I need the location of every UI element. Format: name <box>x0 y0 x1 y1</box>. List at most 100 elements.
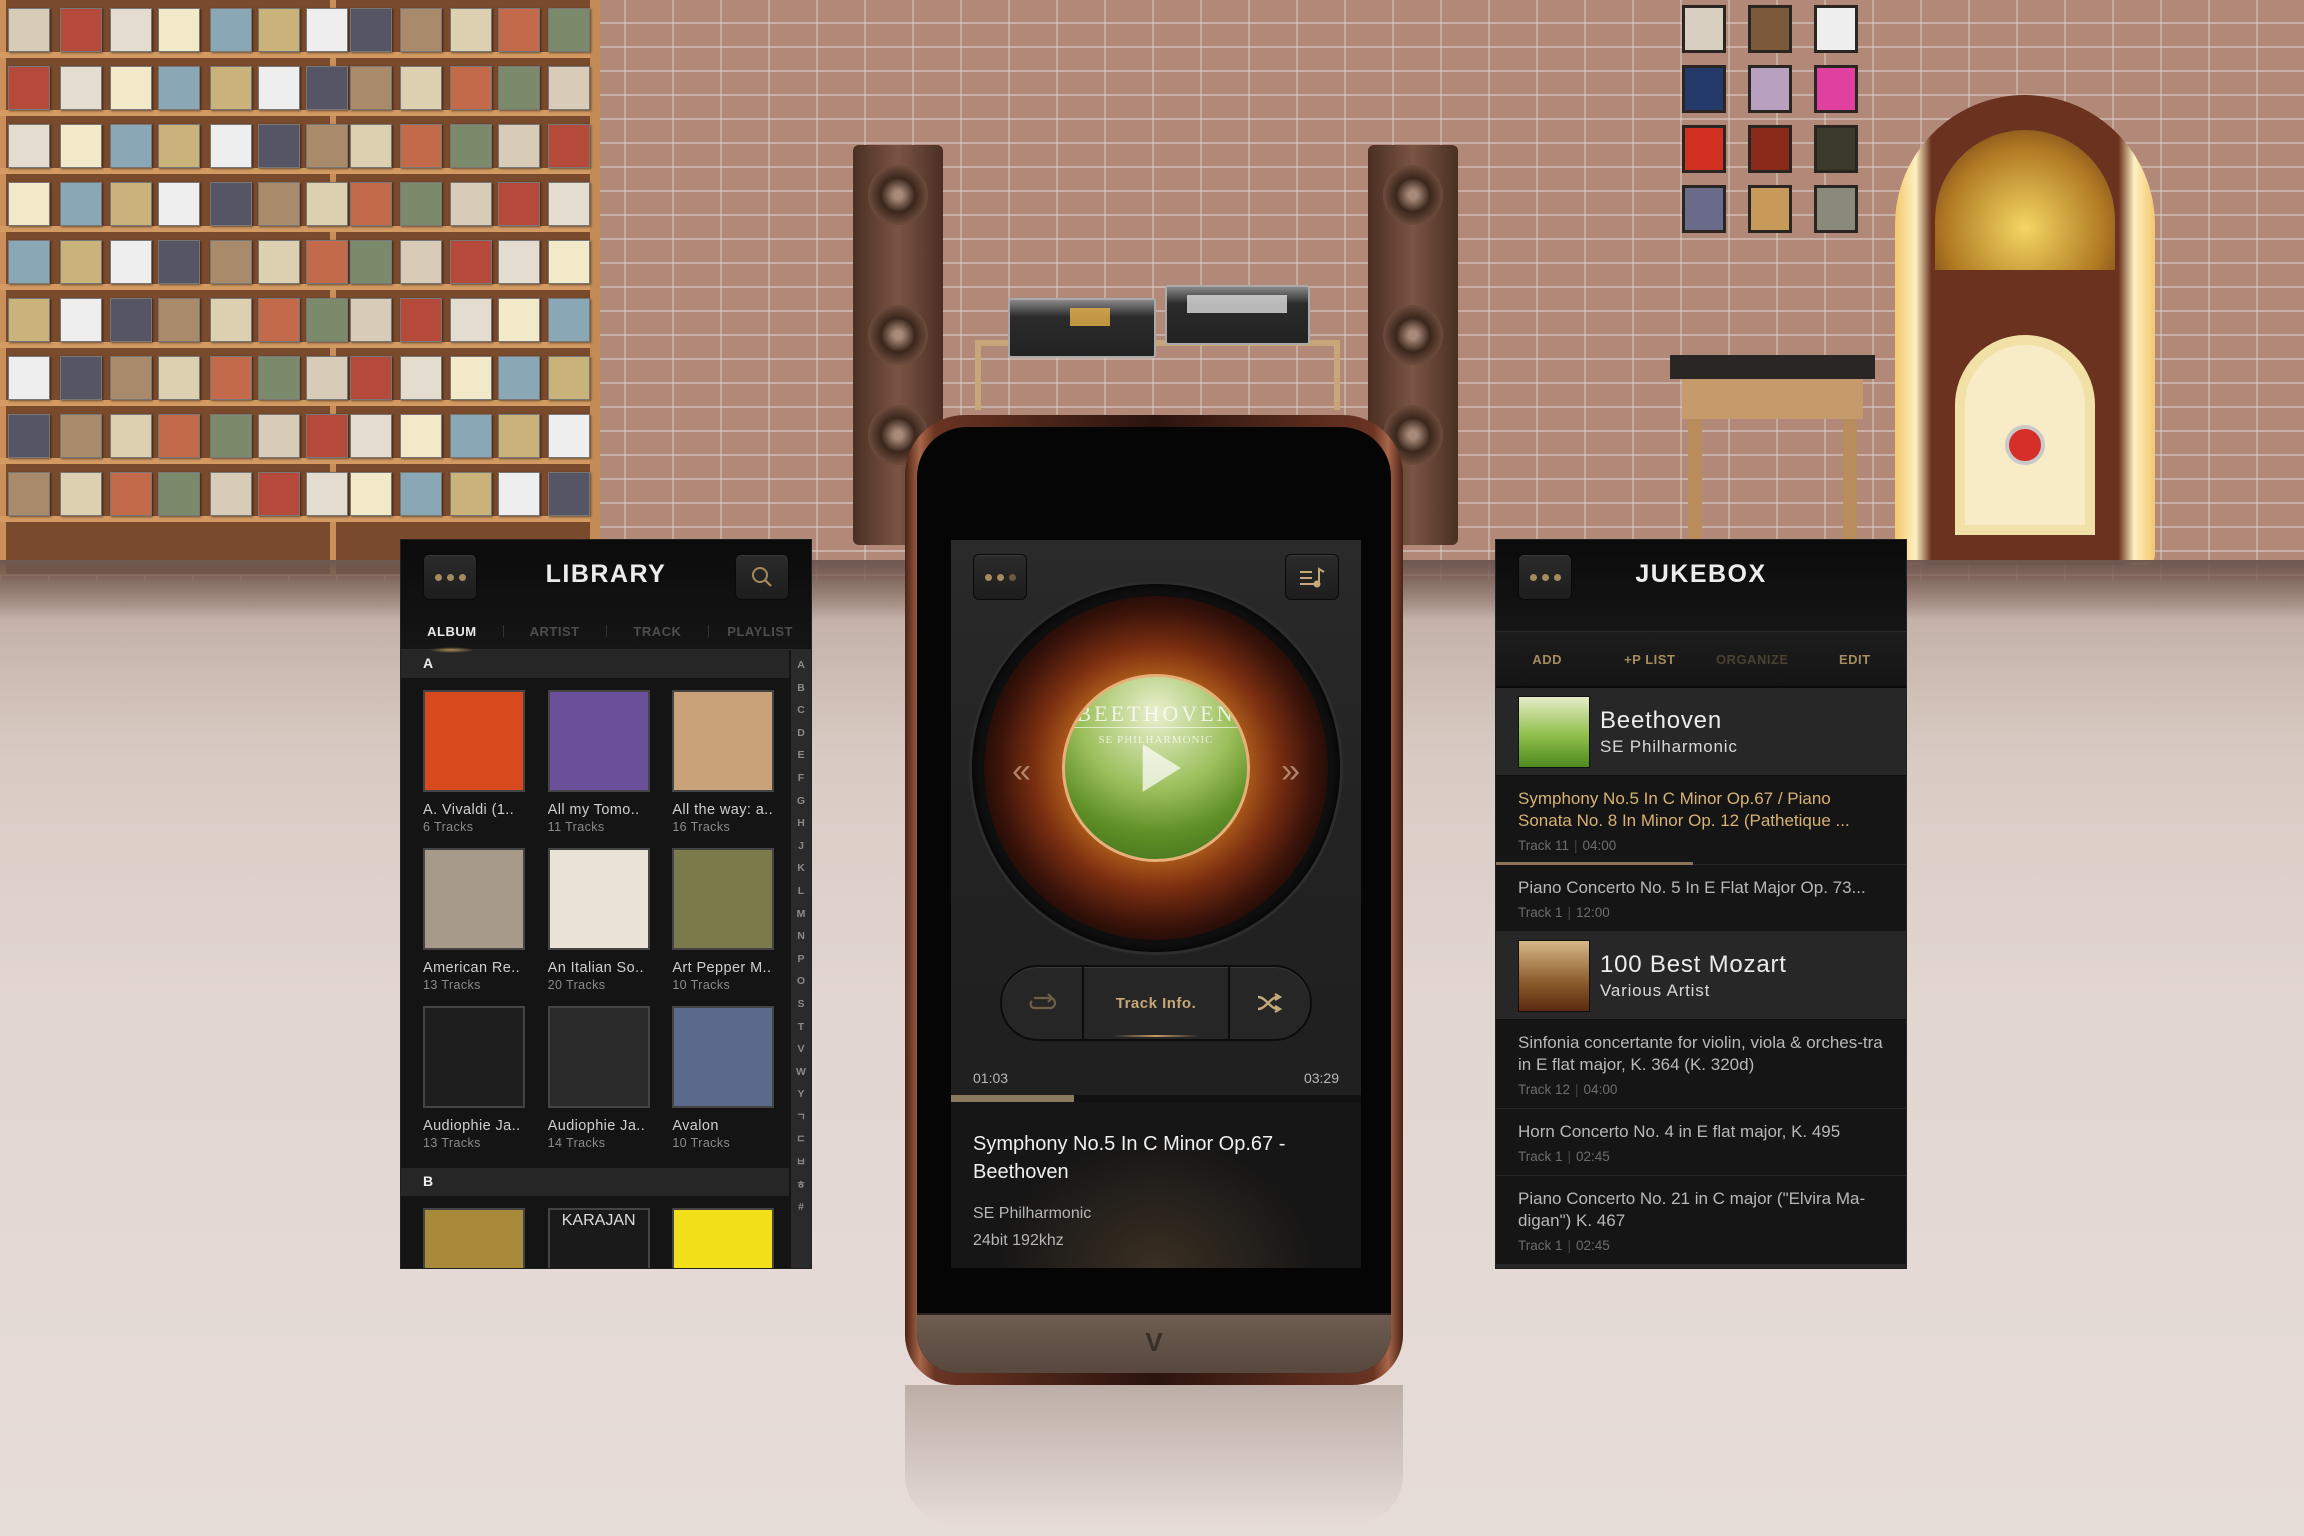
album-item[interactable] <box>672 1208 775 1268</box>
meta-divider: | <box>1574 838 1578 853</box>
meta-divider: | <box>1567 905 1572 920</box>
album-item[interactable] <box>423 1208 526 1268</box>
track-number: Track 1 <box>1518 1149 1563 1164</box>
shelf-cd <box>8 298 50 342</box>
tab-playlist[interactable]: PLAYLIST <box>709 624 811 639</box>
shelf-cd <box>210 472 252 516</box>
shelf-cd <box>548 414 590 458</box>
album-item[interactable]: Art Pepper M.. 10 Tracks <box>672 848 775 992</box>
edit-button[interactable]: EDIT <box>1804 652 1907 667</box>
index-letter[interactable]: G <box>797 790 805 813</box>
menu-button[interactable] <box>973 554 1027 600</box>
index-letter[interactable]: H <box>797 812 805 835</box>
index-letter[interactable]: L <box>798 880 804 903</box>
album-item[interactable]: American Re.. 13 Tracks <box>423 848 526 992</box>
track-number: Track 11 <box>1518 838 1570 853</box>
playback-controls: Track Info. <box>1000 965 1312 1041</box>
tab-artist[interactable]: ARTIST <box>504 624 606 639</box>
shelf-cd <box>210 240 252 284</box>
album-item[interactable]: Avalon 10 Tracks <box>672 1006 775 1150</box>
shelf-cd <box>306 240 348 284</box>
index-letter[interactable]: J <box>798 835 804 858</box>
index-letter[interactable]: S <box>797 993 804 1016</box>
jukebox-album-row[interactable] <box>1496 1265 1906 1268</box>
index-letter[interactable]: K <box>797 857 805 880</box>
playlist-music-icon <box>1300 567 1325 588</box>
jukebox-album-row[interactable]: 100 Best Mozart Various Artist <box>1496 932 1906 1020</box>
index-letter[interactable]: N <box>797 925 805 948</box>
alphabet-index-scrollbar[interactable]: A B C D E F G H J K L M N P O S T V W Y ㄱㄷㅂㅎ # <box>791 650 811 1268</box>
index-letter[interactable]: V <box>797 1038 804 1061</box>
album-cover <box>672 690 775 792</box>
album-frame <box>1682 65 1726 113</box>
index-letter[interactable]: Y <box>797 1083 804 1106</box>
album-item[interactable]: All my Tomo.. 11 Tracks <box>547 690 651 834</box>
jukebox-track-row[interactable]: Sinfonia concertante for violin, viola &… <box>1496 1020 1906 1109</box>
index-letter[interactable]: ㅎ <box>796 1174 806 1197</box>
shelf-cd <box>110 182 152 226</box>
track-title: Sinfonia concertante for violin, viola &… <box>1518 1033 1883 1074</box>
album-item[interactable]: KARAJAN <box>547 1208 651 1268</box>
track-info-button[interactable]: Track Info. <box>1082 967 1230 1039</box>
shelf-cd <box>548 298 590 342</box>
jukebox-album-row[interactable]: Beethoven SE Philharmonic <box>1496 688 1906 776</box>
index-letter[interactable]: E <box>797 744 804 767</box>
previous-button[interactable]: « <box>1012 752 1031 791</box>
album-track-count: 13 Tracks <box>423 1136 481 1150</box>
jukebox-track-row[interactable]: Horn Concerto No. 4 in E flat major, K. … <box>1496 1109 1906 1176</box>
shelf-cd <box>548 182 590 226</box>
album-list[interactable]: A A. Vivaldi (1.. 6 Tracks All my Tomo.. 11 … <box>401 650 811 1268</box>
shelf-cd <box>498 240 540 284</box>
play-button[interactable] <box>1142 744 1181 792</box>
index-letter[interactable]: ㄱ <box>796 1106 806 1129</box>
jukebox-track-row[interactable]: Piano Concerto No. 21 in C major ("Elvir… <box>1496 1176 1906 1265</box>
amplifier <box>1165 285 1310 345</box>
index-letter[interactable]: T <box>798 1016 804 1039</box>
album-track-count: 16 Tracks <box>672 820 731 834</box>
album-frame <box>1748 125 1792 173</box>
index-letter[interactable]: F <box>798 767 804 790</box>
next-button[interactable]: » <box>1281 752 1300 791</box>
shuffle-button[interactable] <box>1230 967 1310 1039</box>
index-letter[interactable]: ㅂ <box>796 1151 806 1174</box>
album-item[interactable]: All the way: a.. 16 Tracks <box>672 690 775 834</box>
index-letter[interactable]: # <box>798 1196 804 1219</box>
shelf-cd <box>60 298 102 342</box>
album-item[interactable]: A. Vivaldi (1.. 6 Tracks <box>423 690 526 834</box>
shelf-cd <box>306 472 348 516</box>
shelf-cd <box>158 124 200 168</box>
shelf-cd <box>450 356 492 400</box>
album-item[interactable]: Audiophie Ja.. 13 Tracks <box>423 1006 526 1150</box>
index-letter[interactable]: C <box>797 699 805 722</box>
tab-album[interactable]: ALBUM <box>401 624 503 653</box>
jukebox-track-row[interactable]: Piano Concerto No. 5 In E Flat Major Op.… <box>1496 865 1906 932</box>
album-grid: KARAJAN <box>401 1196 811 1268</box>
repeat-button[interactable] <box>1002 967 1082 1039</box>
organize-button[interactable]: ORGANIZE <box>1701 652 1804 667</box>
shelf-cd <box>8 182 50 226</box>
jukebox-track-row[interactable]: Symphony No.5 In C Minor Op.67 / Piano S… <box>1496 776 1906 865</box>
album-title: A. Vivaldi (1.. <box>423 802 515 818</box>
album-item[interactable]: An Italian So.. 20 Tracks <box>547 848 651 992</box>
index-letter[interactable]: O <box>797 970 805 993</box>
search-button[interactable] <box>735 554 789 600</box>
index-letter[interactable]: D <box>797 722 805 745</box>
album-art-title: BEETHOVEN <box>1068 701 1244 728</box>
index-letter[interactable]: A <box>797 654 805 677</box>
tab-track[interactable]: TRACK <box>607 624 709 639</box>
index-letter[interactable]: ㄷ <box>796 1128 806 1151</box>
shelf-cd <box>548 66 590 110</box>
album-item[interactable]: Audiophie Ja.. 14 Tracks <box>547 1006 651 1150</box>
track-meta: Track 11 | 04:00 <box>1518 838 1884 853</box>
section-header: B <box>401 1168 789 1196</box>
index-letter[interactable]: W <box>796 1061 806 1084</box>
add-to-playlist-button[interactable]: +P LIST <box>1599 652 1702 667</box>
jukebox-illustration <box>1895 95 2155 565</box>
progress-bar[interactable] <box>951 1095 1361 1102</box>
index-letter[interactable]: B <box>797 677 805 700</box>
index-letter[interactable]: M <box>797 903 806 926</box>
add-button[interactable]: ADD <box>1496 652 1599 667</box>
playlist-button[interactable] <box>1285 554 1339 600</box>
shelf-cd <box>350 240 392 284</box>
index-letter[interactable]: P <box>797 948 804 971</box>
